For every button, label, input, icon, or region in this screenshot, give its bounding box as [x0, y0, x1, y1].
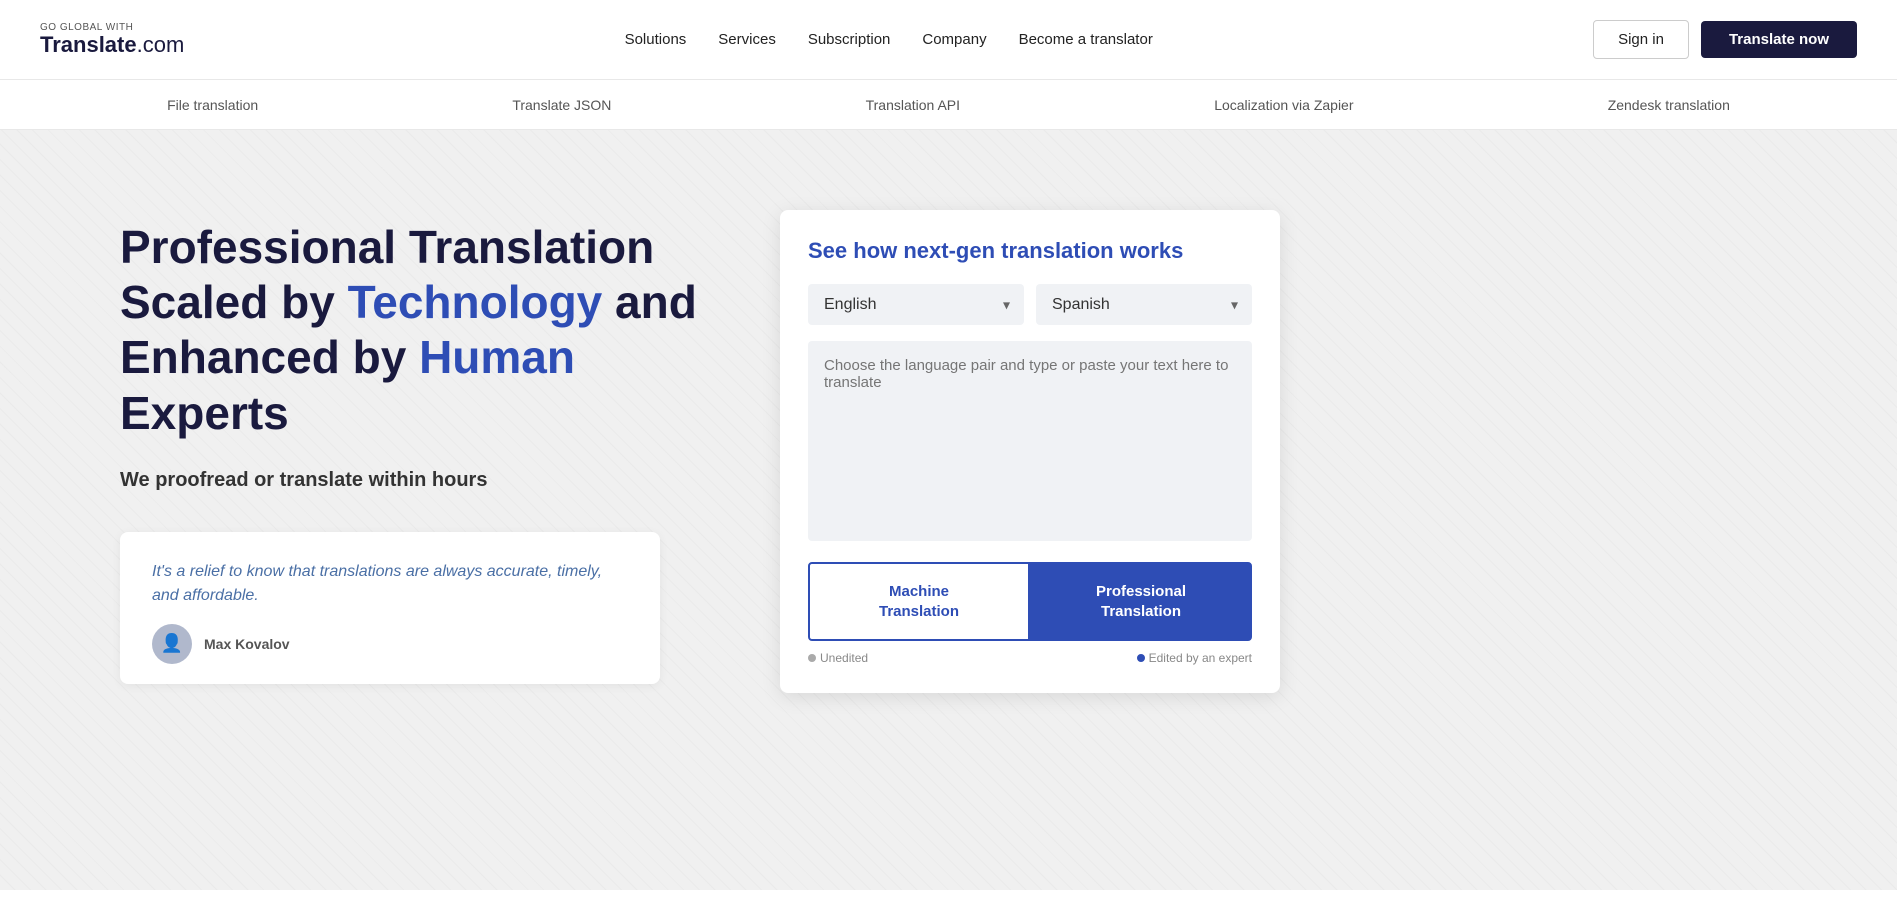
unedited-label: Unedited: [820, 651, 868, 665]
translate-textarea[interactable]: [808, 341, 1252, 541]
widget-title: See how next-gen translation works: [808, 238, 1252, 264]
testimonial-text: It's a relief to know that translations …: [152, 560, 628, 608]
target-lang-wrapper: Spanish English French German Italian Po…: [1036, 284, 1252, 325]
nav-subscription[interactable]: Subscription: [808, 31, 891, 48]
footer-unedited: Unedited: [808, 651, 868, 665]
subnav-localization-zapier[interactable]: Localization via Zapier: [1214, 97, 1353, 113]
nav-solutions[interactable]: Solutions: [625, 31, 687, 48]
translate-now-button[interactable]: Translate now: [1701, 21, 1857, 58]
translation-type-buttons: MachineTranslation ProfessionalTranslati…: [808, 562, 1252, 641]
target-lang-select[interactable]: Spanish English French German Italian Po…: [1036, 284, 1252, 325]
header-buttons: Sign in Translate now: [1593, 20, 1857, 59]
edited-dot: [1137, 654, 1145, 662]
subnav-zendesk-translation[interactable]: Zendesk translation: [1608, 97, 1730, 113]
avatar: 👤: [152, 624, 192, 664]
unedited-dot: [808, 654, 816, 662]
edited-label: Edited by an expert: [1149, 651, 1252, 665]
hero-heading: Professional Translation Scaled by Techn…: [120, 220, 720, 441]
signin-button[interactable]: Sign in: [1593, 20, 1689, 59]
language-selectors: English French German Spanish Italian Po…: [808, 284, 1252, 325]
nav-services[interactable]: Services: [718, 31, 776, 48]
testimonial-card: It's a relief to know that translations …: [120, 532, 660, 684]
professional-translation-button[interactable]: ProfessionalTranslation: [1030, 562, 1252, 641]
logo: GO GLOBAL WITH Translate.com: [40, 22, 184, 57]
translation-widget: See how next-gen translation works Engli…: [780, 210, 1280, 693]
sub-nav: File translation Translate JSON Translat…: [0, 80, 1897, 130]
footer-edited: Edited by an expert: [1137, 651, 1252, 665]
hero-section: Professional Translation Scaled by Techn…: [0, 130, 1897, 890]
header: GO GLOBAL WITH Translate.com Solutions S…: [0, 0, 1897, 80]
hero-subtext: We proofread or translate within hours: [120, 469, 720, 492]
source-lang-select[interactable]: English French German Spanish Italian Po…: [808, 284, 1024, 325]
main-nav: Solutions Services Subscription Company …: [625, 31, 1153, 48]
source-lang-wrapper: English French German Spanish Italian Po…: [808, 284, 1024, 325]
subnav-translate-json[interactable]: Translate JSON: [512, 97, 611, 113]
machine-translation-button[interactable]: MachineTranslation: [808, 562, 1030, 641]
nav-company[interactable]: Company: [922, 31, 986, 48]
hero-left: Professional Translation Scaled by Techn…: [120, 190, 720, 684]
widget-footer: Unedited Edited by an expert: [808, 651, 1252, 665]
subnav-translation-api[interactable]: Translation API: [866, 97, 960, 113]
nav-become-translator[interactable]: Become a translator: [1019, 31, 1153, 48]
logo-main-text: Translate.com: [40, 33, 184, 57]
testimonial-author: 👤 Max Kovalov: [152, 624, 628, 664]
subnav-file-translation[interactable]: File translation: [167, 97, 258, 113]
author-name: Max Kovalov: [204, 636, 290, 652]
